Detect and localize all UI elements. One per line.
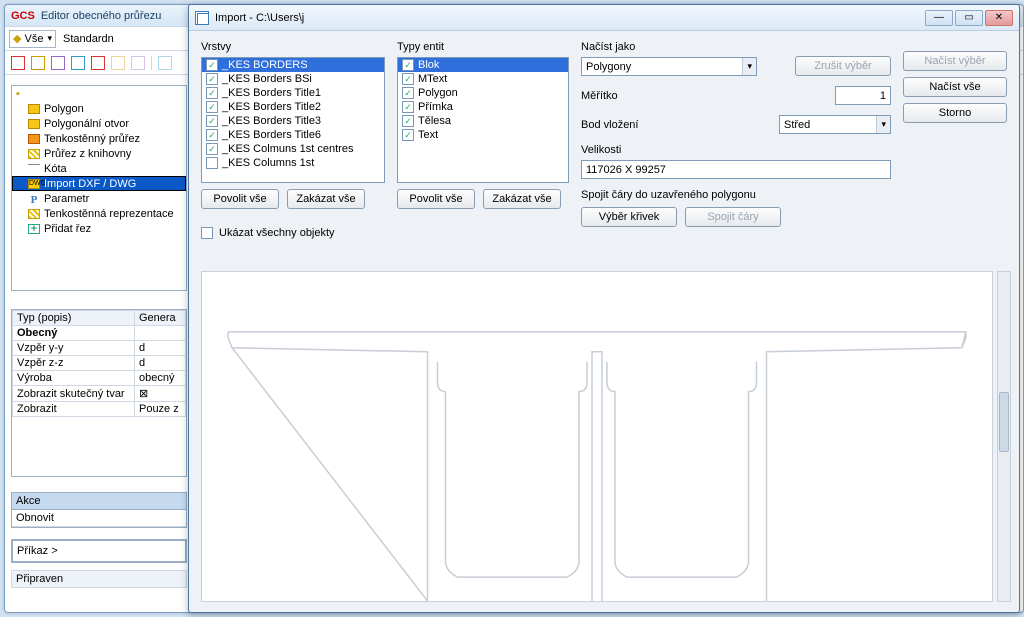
tree-item-dimension[interactable]: Kóta: [12, 161, 186, 176]
command-input[interactable]: Příkaz >: [12, 540, 186, 562]
ribbon-icon[interactable]: [71, 56, 85, 70]
show-all-checkbox[interactable]: Ukázat všechny objekty: [201, 227, 385, 239]
types-label: Typy entit: [397, 41, 569, 53]
types-listbox[interactable]: ✓Blok ✓MText ✓Polygon ✓Přímka ✓Tělesa ✓T…: [397, 57, 569, 183]
ribbon-icon[interactable]: [51, 56, 65, 70]
ribbon-icon[interactable]: [31, 56, 45, 70]
import-title: Import - C:\Users\j: [215, 12, 304, 24]
import-titlebar[interactable]: Import - C:\Users\j — ▭ ✕: [189, 5, 1019, 31]
import-preview: [201, 271, 993, 602]
tree-item-thinwall[interactable]: Tenkostěnný průřez: [12, 131, 186, 146]
shape-tree[interactable]: Polygon Polygonální otvor Tenkostěnný pr…: [11, 85, 187, 291]
layer-item[interactable]: ✓_KES BORDERS: [202, 58, 384, 72]
load-selection-button[interactable]: Načíst výběr: [903, 51, 1007, 71]
minimize-button[interactable]: —: [925, 10, 953, 26]
layer-item[interactable]: ✓_KES Borders Title1: [202, 86, 384, 100]
maximize-button[interactable]: ▭: [955, 10, 983, 26]
insert-select[interactable]: Střed▾: [779, 115, 891, 134]
editor-title: Editor obecného průřezu: [41, 10, 161, 22]
join-label: Spojit čáry do uzavřeného polygonu: [581, 189, 891, 201]
storno-button[interactable]: Storno: [903, 103, 1007, 123]
properties-pane[interactable]: Typ (popis)Genera Obecný Vzpěr y-yd Vzpě…: [11, 309, 187, 477]
tree-item-import-dxf[interactable]: DWGImport DXF / DWG: [12, 176, 186, 191]
tree-item-library[interactable]: Průřez z knihovny: [12, 146, 186, 161]
join-lines-button[interactable]: Spojit čáry: [685, 207, 781, 227]
tree-item-thin-rep[interactable]: Tenkostěnná reprezentace: [12, 206, 186, 221]
cancel-selection-button[interactable]: Zrušit výběr: [795, 56, 891, 76]
layer-item[interactable]: ✓_KES Borders Title3: [202, 114, 384, 128]
types-allow-all-button[interactable]: Povolit vše: [397, 189, 475, 209]
action-refresh[interactable]: Obnovit: [12, 510, 186, 527]
scale-label: Měřítko: [581, 90, 657, 102]
loadas-select[interactable]: Polygony▾: [581, 57, 757, 76]
action-pane: Akce Obnovit: [11, 492, 187, 528]
type-item[interactable]: ✓Tělesa: [398, 114, 568, 128]
status-bar: Připraven: [11, 570, 187, 588]
command-pane[interactable]: Příkaz >: [11, 539, 187, 563]
tree-item-polygon[interactable]: Polygon: [12, 101, 186, 116]
ribbon-icon[interactable]: [91, 56, 105, 70]
close-button[interactable]: ✕: [985, 10, 1013, 26]
size-field: 117026 X 99257: [581, 160, 891, 179]
filter-combo[interactable]: ◆ Vše▾: [9, 30, 56, 48]
preview-scrollbar[interactable]: [997, 271, 1011, 602]
tree-item-parameter[interactable]: PParametr: [12, 191, 186, 206]
insert-label: Bod vložení: [581, 119, 657, 131]
ribbon-icon[interactable]: [111, 56, 125, 70]
import-dialog: Import - C:\Users\j — ▭ ✕ Vrstvy ✓_KES B…: [188, 4, 1020, 613]
action-header: Akce: [12, 493, 186, 510]
layers-deny-all-button[interactable]: Zakázat vše: [287, 189, 365, 209]
scale-input[interactable]: 1: [835, 86, 891, 105]
ribbon-icon[interactable]: [11, 56, 25, 70]
tree-item-add-cut[interactable]: +Přidat řez: [12, 221, 186, 236]
types-deny-all-button[interactable]: Zakázat vše: [483, 189, 561, 209]
ribbon-icon[interactable]: [158, 56, 172, 70]
layer-item[interactable]: ✓_KES Colmuns 1st centres: [202, 142, 384, 156]
type-item[interactable]: ✓MText: [398, 72, 568, 86]
type-item[interactable]: ✓Blok: [398, 58, 568, 72]
ribbon-icon[interactable]: [131, 56, 145, 70]
pick-curves-button[interactable]: Výběr křivek: [581, 207, 677, 227]
layers-allow-all-button[interactable]: Povolit vše: [201, 189, 279, 209]
prop-col1: Typ (popis): [13, 311, 135, 326]
type-item[interactable]: ✓Polygon: [398, 86, 568, 100]
layer-item[interactable]: _KES Columns 1st: [202, 156, 384, 170]
tree-item-poly-hole[interactable]: Polygonální otvor: [12, 116, 186, 131]
layers-listbox[interactable]: ✓_KES BORDERS ✓_KES Borders BSi ✓_KES Bo…: [201, 57, 385, 183]
import-icon: [195, 11, 209, 25]
standard-combo[interactable]: Standardn: [60, 30, 117, 48]
prop-col2: Genera: [134, 311, 185, 326]
tree-root[interactable]: [12, 86, 186, 101]
app-logo: GCS: [11, 10, 35, 22]
layer-item[interactable]: ✓_KES Borders Title2: [202, 100, 384, 114]
type-item[interactable]: ✓Text: [398, 128, 568, 142]
size-label: Velikosti: [581, 144, 891, 156]
layer-item[interactable]: ✓_KES Borders Title6: [202, 128, 384, 142]
type-item[interactable]: ✓Přímka: [398, 100, 568, 114]
loadas-label: Načíst jako: [581, 41, 787, 53]
load-all-button[interactable]: Načíst vše: [903, 77, 1007, 97]
layers-label: Vrstvy: [201, 41, 385, 53]
layer-item[interactable]: ✓_KES Borders BSi: [202, 72, 384, 86]
